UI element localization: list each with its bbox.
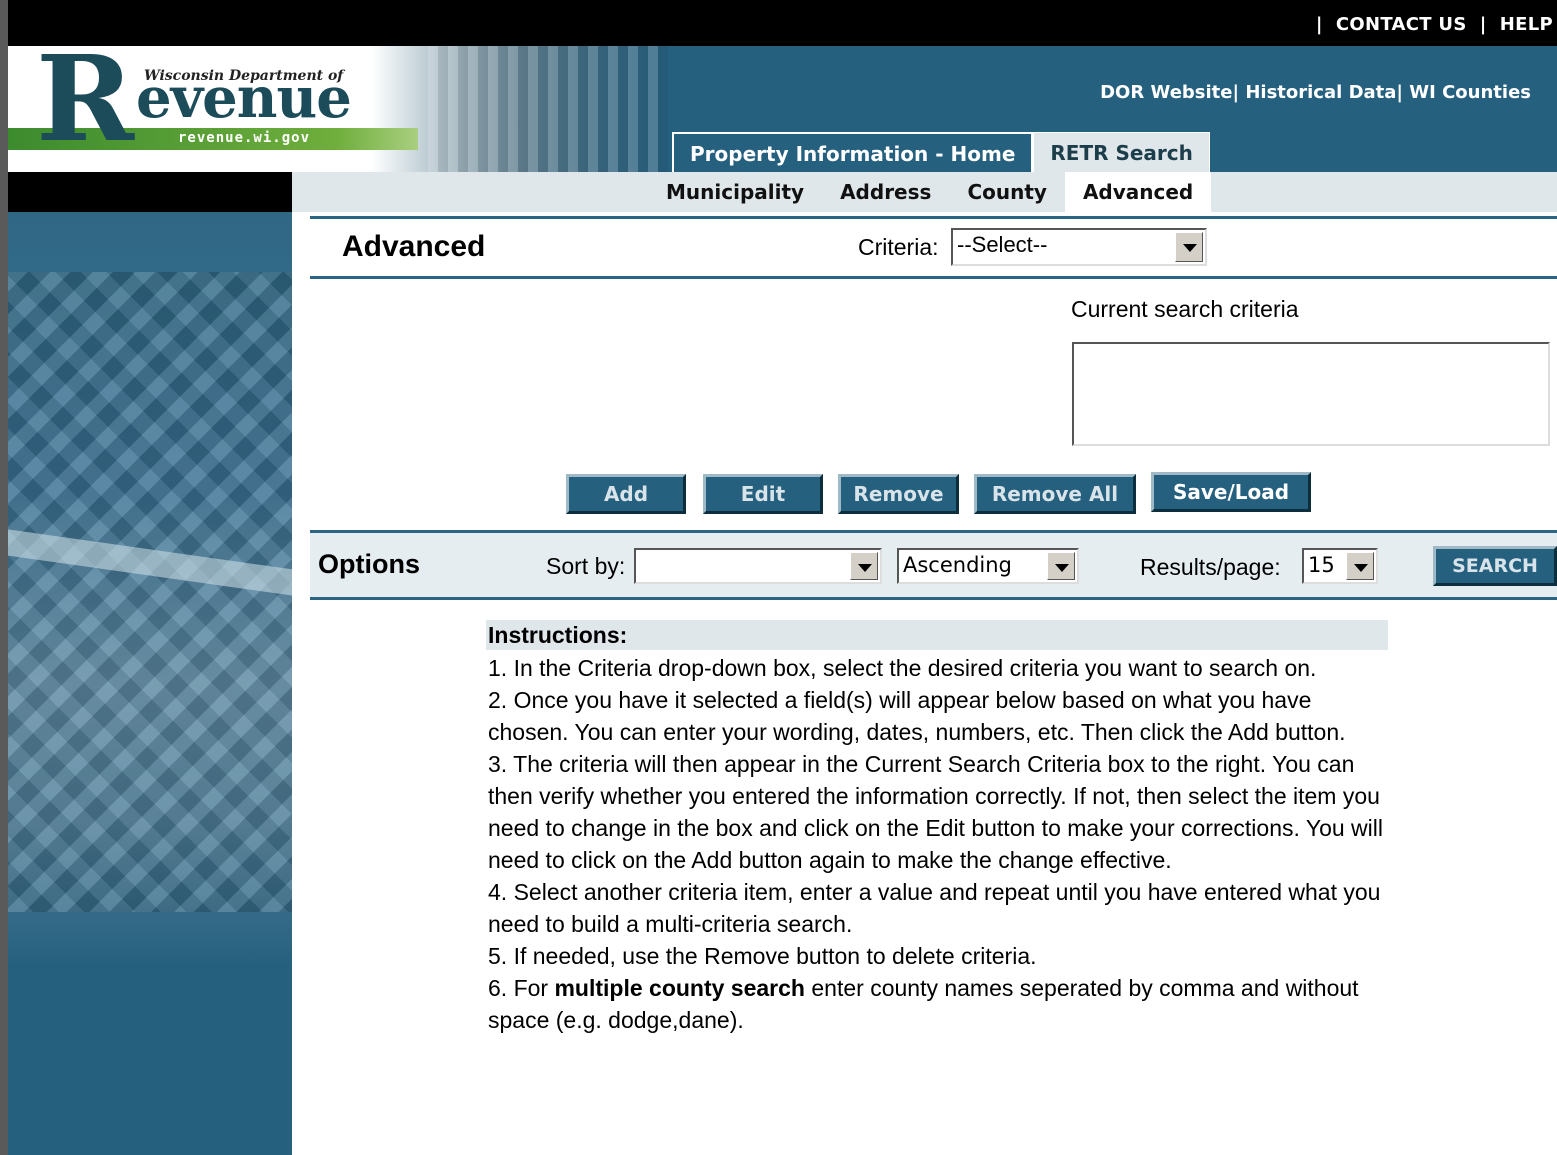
page: | CONTACT US | HELP revenue.wi.gov R eve… — [0, 0, 1557, 1155]
instructions-heading: Instructions: — [486, 620, 1388, 650]
header-black-strip — [8, 172, 292, 212]
divider — [310, 216, 1557, 219]
tab-retr-search[interactable]: RETR Search — [1033, 132, 1210, 172]
houses-texture — [8, 272, 292, 912]
results-per-page-label: Results/page: — [1140, 554, 1281, 580]
sort-by-label: Sort by: — [546, 553, 626, 579]
instruction-step: 5. If needed, use the Remove button to d… — [488, 943, 1037, 969]
criteria-select[interactable]: --Select-- — [951, 228, 1207, 266]
external-links: DOR Website| Historical Data| WI Countie… — [1100, 82, 1531, 103]
chevron-down-icon[interactable] — [1175, 232, 1203, 262]
revenue-logo[interactable]: revenue.wi.gov R evenue Wisconsin Depart… — [8, 40, 668, 172]
main-tabs: Property Information - Home RETR Search — [672, 132, 1210, 172]
remove-button[interactable]: Remove — [838, 474, 959, 514]
sort-order-value: Ascending — [903, 553, 1012, 577]
logo-stripes — [428, 46, 668, 172]
instruction-step: 4. Select another criteria item, enter a… — [488, 879, 1381, 937]
add-button[interactable]: Add — [566, 474, 686, 514]
wi-counties-link[interactable]: WI Counties — [1409, 82, 1531, 103]
site-header: revenue.wi.gov R evenue Wisconsin Depart… — [8, 40, 1557, 172]
results-per-page-value: 15 — [1308, 553, 1335, 577]
instruction-step: 2. Once you have it selected a field(s) … — [488, 687, 1346, 745]
search-type-nav: Municipality Address County Advanced — [292, 172, 1557, 212]
sort-by-select[interactable] — [634, 548, 882, 584]
instructions-text: 1. In the Criteria drop-down box, select… — [488, 652, 1393, 1036]
current-criteria-label: Current search criteria — [1071, 296, 1299, 322]
tab-municipality[interactable]: Municipality — [648, 172, 822, 212]
step6-bold: multiple county search — [554, 975, 805, 1001]
tab-advanced[interactable]: Advanced — [1064, 172, 1212, 212]
historical-data-link[interactable]: Historical Data| — [1245, 82, 1403, 103]
contact-us-link[interactable]: CONTACT US — [1336, 14, 1467, 35]
top-links: | CONTACT US | HELP — [1316, 14, 1553, 35]
criteria-label: Criteria: — [858, 234, 939, 260]
logo-url: revenue.wi.gov — [178, 130, 311, 146]
dor-website-link[interactable]: DOR Website| — [1100, 82, 1239, 103]
tab-address[interactable]: Address — [822, 172, 949, 212]
edit-button[interactable]: Edit — [703, 474, 823, 514]
instruction-step: 1. In the Criteria drop-down box, select… — [488, 655, 1317, 681]
step6-prefix: 6. For — [488, 975, 555, 1001]
divider — [310, 276, 1557, 279]
current-criteria-listbox[interactable] — [1072, 342, 1550, 446]
page-title: Advanced — [342, 230, 486, 263]
criteria-select-value: --Select-- — [957, 232, 1048, 257]
logo-letter-r: R — [36, 29, 135, 168]
logo-department-text: Wisconsin Department of — [144, 68, 344, 84]
options-title: Options — [318, 549, 420, 579]
help-link[interactable]: HELP — [1500, 14, 1553, 35]
top-bar: | CONTACT US | HELP — [8, 0, 1557, 46]
separator: | — [1479, 14, 1487, 35]
results-per-page-select[interactable]: 15 — [1302, 548, 1378, 584]
tab-property-information-home[interactable]: Property Information - Home — [672, 132, 1034, 172]
save-load-button[interactable]: Save/Load — [1151, 472, 1311, 512]
window-edge — [0, 0, 8, 1155]
sidebar-aerial-photo — [8, 212, 292, 1155]
search-type-tabs: Municipality Address County Advanced — [648, 172, 1212, 212]
chevron-down-icon[interactable] — [850, 552, 878, 580]
instruction-step: 6. For multiple county search enter coun… — [488, 972, 1393, 1036]
instruction-step: 3. The criteria will then appear in the … — [488, 751, 1384, 873]
search-button[interactable]: SEARCH — [1433, 546, 1557, 586]
tab-county[interactable]: County — [949, 172, 1065, 212]
separator: | — [1315, 14, 1323, 35]
chevron-down-icon[interactable] — [1047, 552, 1075, 580]
chevron-down-icon[interactable] — [1346, 552, 1374, 580]
remove-all-button[interactable]: Remove All — [974, 474, 1136, 514]
sort-order-select[interactable]: Ascending — [897, 548, 1079, 584]
